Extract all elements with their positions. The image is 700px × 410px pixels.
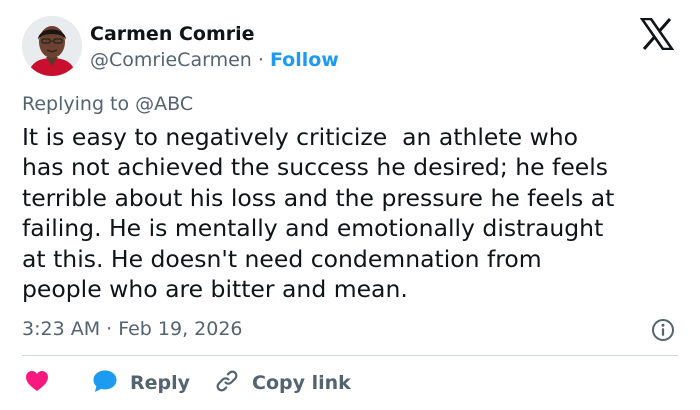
copy-link-button[interactable]: Copy link (215, 369, 351, 397)
info-icon[interactable] (651, 318, 675, 342)
author-handle[interactable]: @ComrieCarmen (90, 49, 252, 71)
reply-button[interactable]: Reply (92, 369, 190, 397)
tweet-timestamp[interactable]: 3:23 AM · Feb 19, 2026 (22, 317, 243, 341)
heart-icon (25, 370, 49, 396)
follow-button[interactable]: Follow (270, 49, 339, 71)
link-icon (215, 369, 239, 397)
replying-to: Replying to @ABC (22, 93, 194, 115)
copy-link-label: Copy link (252, 372, 351, 394)
avatar[interactable] (22, 16, 82, 76)
divider (22, 355, 678, 356)
like-button[interactable] (25, 369, 49, 397)
author-handle-row: @ComrieCarmen · Follow (90, 48, 339, 72)
separator-dot: · (257, 49, 264, 71)
reply-label: Reply (130, 372, 191, 394)
tweet-card: Carmen Comrie @ComrieCarmen · Follow Rep… (0, 0, 700, 410)
x-logo-icon[interactable] (639, 17, 675, 51)
reply-bubble-icon (92, 369, 118, 397)
author-name[interactable]: Carmen Comrie (90, 22, 255, 46)
tweet-text: It is easy to negatively criticize an at… (22, 123, 615, 304)
